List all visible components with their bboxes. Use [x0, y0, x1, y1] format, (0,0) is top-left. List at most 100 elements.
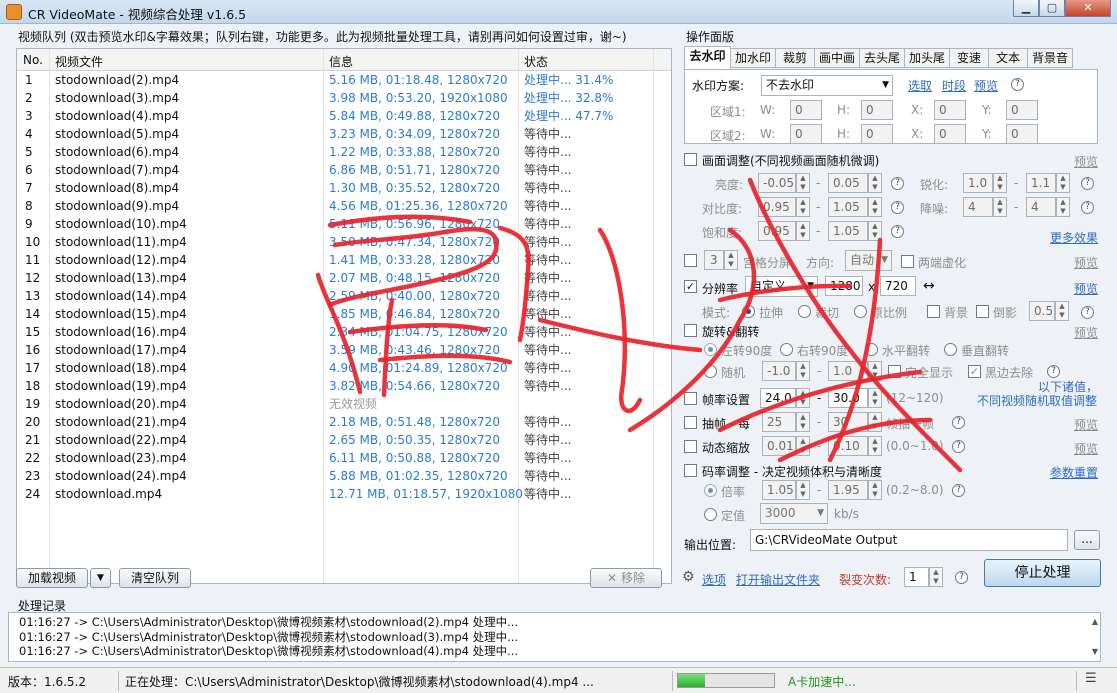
- brightness-min-stepper[interactable]: ▲ ▼: [796, 173, 810, 193]
- saturation-max-stepper[interactable]: ▲ ▼: [868, 221, 882, 241]
- fps-min-stepper[interactable]: ▲ ▼: [796, 388, 810, 408]
- mode-crop-radio[interactable]: [798, 305, 811, 318]
- table-row[interactable]: 1 stodownload(2).mp4 5.16 MB, 01:18.48, 12…: [17, 71, 671, 89]
- options-link[interactable]: 选项: [702, 571, 726, 588]
- fission-count-input[interactable]: 1: [904, 567, 929, 587]
- rotate-right-radio[interactable]: [780, 343, 793, 356]
- tab-2[interactable]: 加水印: [730, 48, 776, 68]
- table-row[interactable]: 5 stodownload(6).mp4 1.22 MB, 0:33.88, 128…: [17, 143, 671, 161]
- table-row[interactable]: 21 stodownload(22).mp4 2.65 MB, 0:50.35, 1…: [17, 431, 671, 449]
- table-row[interactable]: 4 stodownload(5).mp4 3.23 MB, 0:34.09, 128…: [17, 125, 671, 143]
- rotate-min-input[interactable]: -1.0: [762, 361, 796, 381]
- bitrate-checkbox[interactable]: [684, 464, 697, 477]
- browse-button[interactable]: ...: [1074, 530, 1100, 550]
- fps-min-input[interactable]: 24.0: [760, 388, 796, 408]
- full-display-checkbox[interactable]: [888, 365, 901, 378]
- minimize-icon[interactable]: ▁: [1013, 0, 1039, 17]
- queue-table[interactable]: No. 视频文件 信息 状态 1 stodownload(2).mp4 5.16 M…: [16, 48, 672, 584]
- drop-frame-checkbox[interactable]: [684, 416, 697, 429]
- help-icon[interactable]: ?: [952, 416, 965, 429]
- help-icon[interactable]: ?: [1081, 306, 1094, 319]
- bitrate-ratio-min-stepper[interactable]: ▲ ▼: [796, 480, 810, 500]
- table-row[interactable]: 8 stodownload(9).mp4 4.56 MB, 01:25.36, 12…: [17, 197, 671, 215]
- flip-v-radio[interactable]: [944, 343, 957, 356]
- menu-icon[interactable]: ☰: [1085, 671, 1097, 686]
- bitrate-ratio-max-input[interactable]: 1.95: [828, 480, 868, 500]
- reflection-checkbox[interactable]: [976, 305, 989, 318]
- bitrate-ratio-max-stepper[interactable]: ▲ ▼: [868, 480, 882, 500]
- help-icon[interactable]: ?: [891, 201, 904, 214]
- sharpen-max-stepper[interactable]: ▲ ▼: [1056, 173, 1070, 193]
- drop-frame-b-stepper[interactable]: ▲ ▼: [868, 412, 882, 432]
- reflection-stepper[interactable]: ▲ ▼: [1055, 301, 1069, 321]
- table-row[interactable]: 15 stodownload(16).mp4 2.34 MB, 01:04.75, …: [17, 323, 671, 341]
- help-icon[interactable]: ?: [891, 177, 904, 190]
- drop-frame-a-stepper[interactable]: ▲ ▼: [796, 412, 810, 432]
- bitrate-ratio-radio[interactable]: [704, 484, 717, 497]
- rotate-preview-link[interactable]: 预览: [1074, 324, 1098, 341]
- load-video-button[interactable]: 加载视频: [16, 568, 88, 588]
- random-rotate-radio[interactable]: [704, 365, 717, 378]
- denoise-min-input[interactable]: 4: [963, 197, 993, 217]
- more-effects-link[interactable]: 更多效果: [1050, 229, 1098, 246]
- zoom-max-stepper[interactable]: ▲ ▼: [868, 436, 882, 456]
- resolution-checkbox[interactable]: ✓: [684, 280, 697, 293]
- table-row[interactable]: 10 stodownload(11).mp4 3.50 MB, 0:47.34, 1…: [17, 233, 671, 251]
- saturation-min-stepper[interactable]: ▲ ▼: [796, 221, 810, 241]
- bitrate-ratio-min-input[interactable]: 1.05: [762, 480, 796, 500]
- col-file[interactable]: 视频文件: [55, 53, 103, 70]
- clear-queue-button[interactable]: 清空队列: [119, 568, 191, 588]
- output-path-input[interactable]: G:\CRVideoMate Output: [750, 529, 1068, 551]
- log-box[interactable]: 01:16:27 -> C:\Users\Administrator\Deskt…: [8, 612, 1101, 662]
- help-icon[interactable]: ?: [952, 484, 965, 497]
- grid-preview-link[interactable]: 预览: [1074, 254, 1098, 271]
- drop-frame-a-input[interactable]: 25: [762, 412, 796, 432]
- mode-keep-ratio-radio[interactable]: [854, 305, 867, 318]
- tab-1[interactable]: 去水印: [684, 46, 731, 69]
- help-icon[interactable]: ?: [1081, 201, 1094, 214]
- reflection-input[interactable]: 0.5: [1029, 301, 1055, 321]
- fps-max-stepper[interactable]: ▲ ▼: [868, 388, 882, 408]
- area2-w-input[interactable]: 0: [790, 124, 822, 144]
- saturation-max-input[interactable]: 1.05: [828, 221, 868, 241]
- area1-w-input[interactable]: 0: [790, 100, 822, 120]
- denoise-max-input[interactable]: 4: [1026, 197, 1056, 217]
- table-row[interactable]: 12 stodownload(13).mp4 2.07 MB, 0:48.15, 1…: [17, 269, 671, 287]
- area2-h-input[interactable]: 0: [861, 124, 893, 144]
- zoom-preview-link[interactable]: 预览: [1074, 440, 1098, 457]
- select-link[interactable]: 选取: [908, 77, 932, 94]
- table-row[interactable]: 22 stodownload(23).mp4 6.11 MB, 0:50.88, 1…: [17, 449, 671, 467]
- table-row[interactable]: 13 stodownload(14).mp4 2.59 MB, 0:40.00, 1…: [17, 287, 671, 305]
- contrast-min-input[interactable]: 0.95: [758, 197, 796, 217]
- table-row[interactable]: 23 stodownload(24).mp4 5.88 MB, 01:02.35, …: [17, 467, 671, 485]
- denoise-min-stepper[interactable]: ▲ ▼: [993, 197, 1007, 217]
- rotate-left-radio[interactable]: [704, 343, 717, 356]
- table-row[interactable]: 16 stodownload(17).mp4 3.59 MB, 0:43.46, 1…: [17, 341, 671, 359]
- table-row[interactable]: 14 stodownload(15).mp4 1.85 MB, 0:46.84, 1…: [17, 305, 671, 323]
- contrast-max-input[interactable]: 1.05: [828, 197, 868, 217]
- fission-count-stepper[interactable]: ▲ ▼: [929, 567, 943, 587]
- brightness-max-stepper[interactable]: ▲ ▼: [868, 173, 882, 193]
- grid-split-checkbox[interactable]: [684, 254, 697, 267]
- open-output-folder-link[interactable]: 打开输出文件夹: [736, 571, 820, 588]
- contrast-min-stepper[interactable]: ▲ ▼: [796, 197, 810, 217]
- load-dropdown-button[interactable]: ▼: [90, 568, 111, 588]
- bitrate-fixed-radio[interactable]: [704, 508, 717, 521]
- bitrate-fixed-select[interactable]: 3000 ▼: [760, 503, 828, 524]
- aspect-link-icon[interactable]: ↔: [923, 278, 935, 294]
- fps-max-input[interactable]: 30.0: [828, 388, 868, 408]
- mode-stretch-radio[interactable]: [742, 305, 755, 318]
- help-icon[interactable]: ?: [952, 440, 965, 453]
- brightness-max-input[interactable]: 0.05: [828, 173, 868, 193]
- table-row[interactable]: 20 stodownload(21).mp4 2.18 MB, 0:51.48, 1…: [17, 413, 671, 431]
- scroll-up-icon[interactable]: ▲: [1092, 615, 1098, 630]
- picture-adjust-checkbox[interactable]: [684, 153, 697, 166]
- help-icon[interactable]: ?: [1011, 78, 1024, 91]
- area2-x-input[interactable]: 0: [934, 124, 966, 144]
- remove-button[interactable]: ✕ 移除: [590, 568, 662, 588]
- close-icon[interactable]: ✕: [1065, 0, 1111, 17]
- brightness-min-input[interactable]: -0.05: [758, 173, 796, 193]
- saturation-min-input[interactable]: 0.95: [758, 221, 796, 241]
- help-icon[interactable]: ?: [891, 225, 904, 238]
- resolution-width-input[interactable]: 1280: [825, 276, 863, 296]
